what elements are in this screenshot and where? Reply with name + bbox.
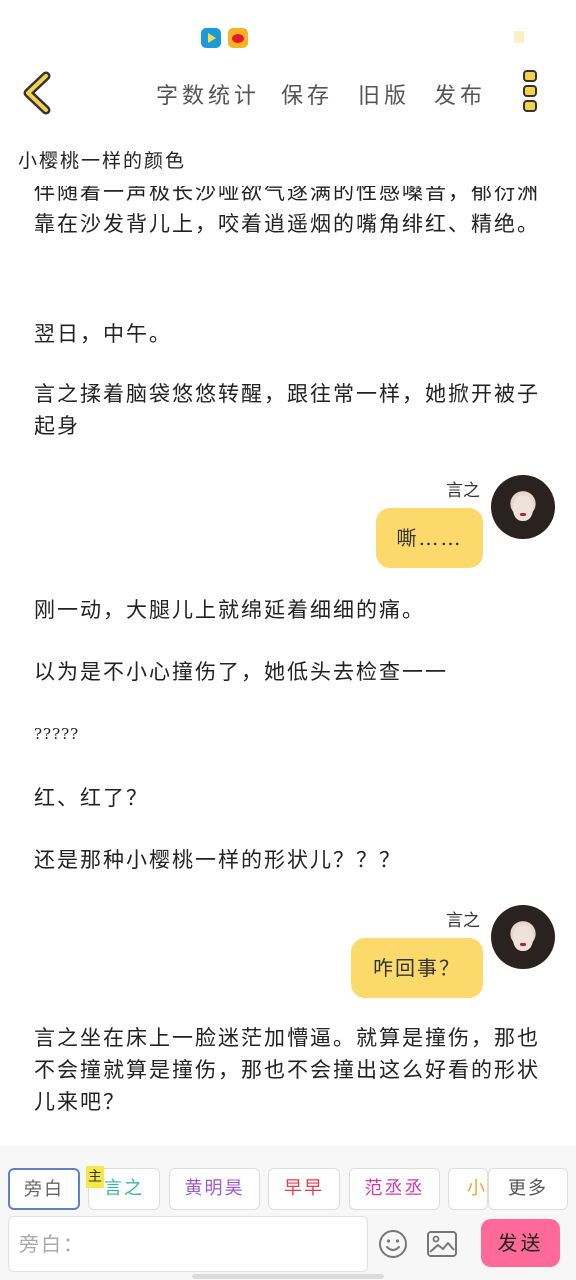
speaker-avatar[interactable] <box>491 475 555 539</box>
role-chip-zaozao[interactable]: 早早 <box>268 1168 340 1210</box>
compose-panel: 旁白 言之 主 黄明昊 早早 范丞丞 小 更多 旁白： 发送 <box>0 1146 576 1280</box>
old-version-button[interactable]: 旧版 <box>358 78 410 110</box>
dialog-bubble[interactable]: 嘶…… <box>376 508 483 568</box>
more-menu-button[interactable] <box>519 70 541 116</box>
more-roles-button[interactable]: 更多 <box>488 1168 568 1210</box>
battery-dot-icon <box>514 31 524 43</box>
chevron-left-icon <box>23 71 51 115</box>
editor-toolbar: 字数统计 保存 旧版 发布 <box>0 64 576 126</box>
weibo-icon <box>228 28 248 48</box>
status-bar <box>0 0 576 64</box>
role-chip-partial[interactable]: 小 <box>448 1168 488 1210</box>
emoji-button[interactable] <box>378 1229 408 1259</box>
dialog-speaker-name: 言之 <box>446 911 480 931</box>
vertical-dots-icon-part <box>523 100 537 112</box>
vertical-dots-icon-part <box>523 85 537 97</box>
narration-paragraph[interactable]: ????? <box>34 718 544 750</box>
tencent-video-icon <box>201 28 221 48</box>
smiley-icon <box>379 1230 407 1258</box>
chapter-title[interactable]: 小樱桃一样的颜色 <box>18 146 186 173</box>
narration-paragraph[interactable]: 言之揉着脑袋悠悠转醒，跟往常一样，她掀开被子起身 <box>34 378 544 442</box>
publish-button[interactable]: 发布 <box>434 78 486 110</box>
narration-paragraph[interactable]: 以为是不小心撞伤了，她低头去检查一一 <box>34 656 544 688</box>
vertical-dots-icon <box>523 70 537 82</box>
narration-paragraph[interactable]: 刚一动，大腿儿上就绵延着细细的痛。 <box>34 594 544 626</box>
back-button[interactable] <box>18 70 58 116</box>
narration-paragraph[interactable]: 红、红了？ <box>34 782 544 814</box>
role-chip-fanchengcheng[interactable]: 范丞丞 <box>349 1168 440 1210</box>
message-input[interactable]: 旁白： <box>8 1216 368 1272</box>
role-chip-narration[interactable]: 旁白 <box>8 1168 80 1210</box>
speaker-avatar[interactable] <box>491 905 555 969</box>
main-role-badge: 主 <box>86 1166 104 1188</box>
dialog-bubble[interactable]: 咋回事？ <box>351 938 483 998</box>
send-button[interactable]: 发送 <box>481 1219 560 1267</box>
word-count-button[interactable]: 字数统计 <box>156 78 260 110</box>
narration-paragraph[interactable]: 翌日，中午。 <box>34 318 544 350</box>
home-indicator[interactable] <box>192 1274 384 1279</box>
save-button[interactable]: 保存 <box>281 78 333 110</box>
dialog-speaker-name: 言之 <box>446 481 480 501</box>
role-chip-huangmingyu[interactable]: 黄明昊 <box>169 1168 260 1210</box>
image-icon <box>427 1231 457 1257</box>
narration-paragraph[interactable]: 还是那种小樱桃一样的形状儿？？？ <box>34 844 544 876</box>
image-button[interactable] <box>426 1230 458 1258</box>
narration-paragraph[interactable]: 言之坐在床上一脸迷茫加懵逼。就算是撞伤，那也不会撞就算是撞伤，那也不会撞出这么好… <box>34 1022 544 1118</box>
story-content[interactable]: 伴随着一声极长沙哑欲气逐满的性感嗓音，郁衍洲靠在沙发背儿上，咬着逍遥烟的嘴角绯红… <box>0 186 576 1146</box>
narration-paragraph[interactable]: 伴随着一声极长沙哑欲气逐满的性感嗓音，郁衍洲靠在沙发背儿上，咬着逍遥烟的嘴角绯红… <box>34 186 544 240</box>
